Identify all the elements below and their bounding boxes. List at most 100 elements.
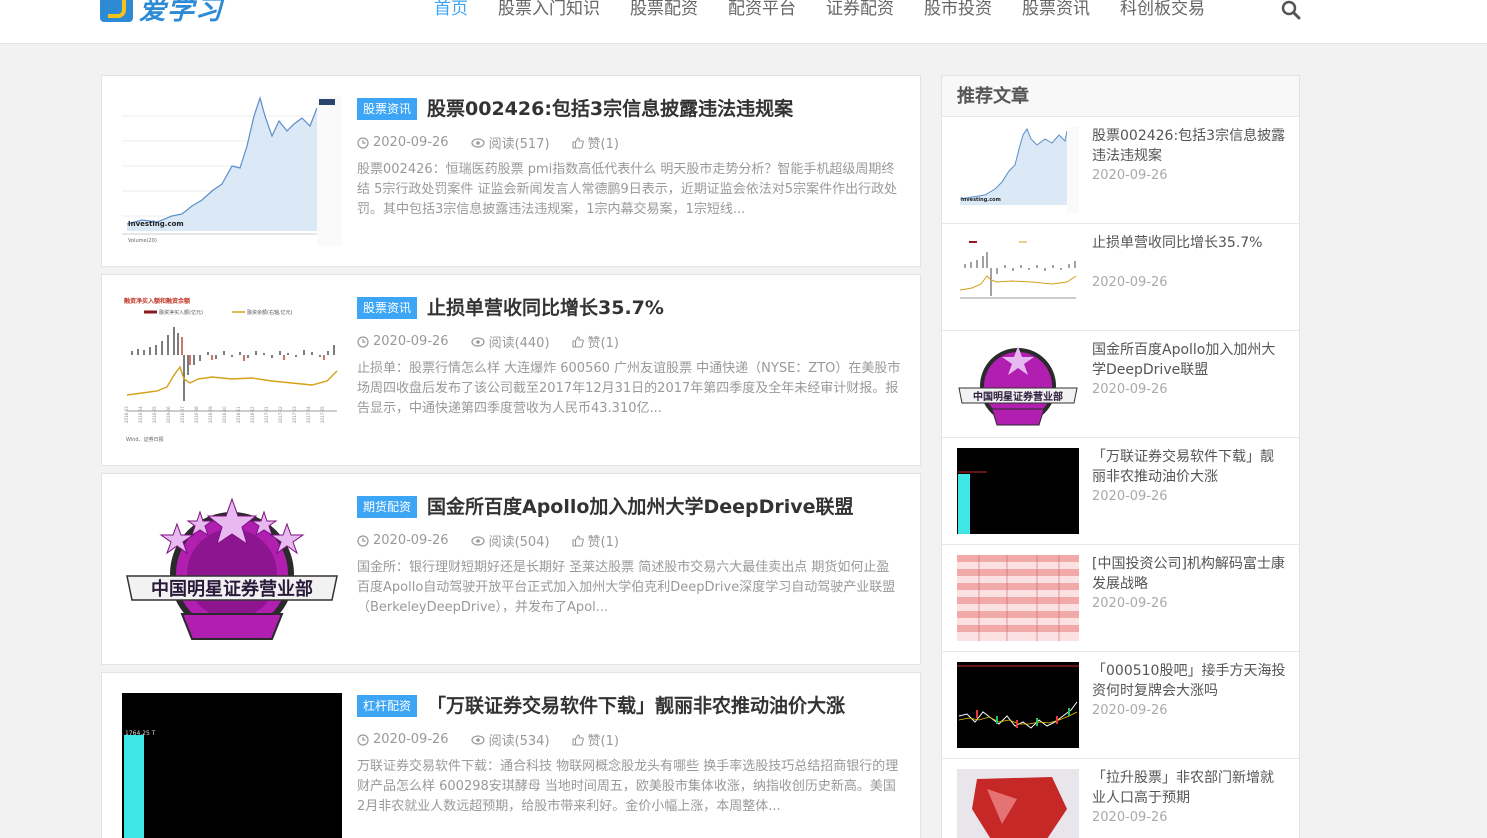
- article-likes: 赞(1): [587, 336, 619, 351]
- sidebar-item-title[interactable]: 国金所百度Apollo加入加州大学DeepDrive联盟: [1092, 340, 1287, 380]
- article-title[interactable]: 止损单营收同比增长35.7%: [427, 295, 664, 321]
- site-logo[interactable]: 爱学习: [100, 0, 223, 26]
- sidebar-item-title[interactable]: [中国投资公司]机构解码富士康发展战略: [1092, 554, 1287, 594]
- svg-text:2016-05: 2016-05: [152, 406, 157, 423]
- article-meta: 2020-09-26 阅读(534) 赞(1): [357, 730, 641, 749]
- nav-stock-investing[interactable]: 股市投资: [924, 0, 992, 24]
- logo-text: 爱学习: [139, 0, 223, 26]
- sidebar-item-title[interactable]: 止损单营收同比增长35.7%: [1092, 233, 1287, 253]
- svg-text:2017-02: 2017-02: [278, 406, 283, 423]
- category-badge[interactable]: 杠杆配资: [357, 695, 418, 717]
- clock-icon: [357, 335, 369, 348]
- category-badge[interactable]: 股票资讯: [357, 297, 418, 319]
- article-excerpt: 万联证券交易软件下载：通合科技 物联网概念股龙头有哪些 换手率选股技巧总结招商银…: [357, 759, 899, 814]
- sidebar-thumbnail[interactable]: [957, 555, 1079, 641]
- eye-icon: [470, 137, 485, 148]
- eye-icon: [470, 535, 485, 546]
- article-date: 2020-09-26: [373, 732, 449, 747]
- svg-text:融资净买入额和融资余额: 融资净买入额和融资余额: [124, 297, 190, 305]
- article-thumbnail[interactable]: 融资净买入额和融资余额 融资净买入额(亿元) 融资余额(右轴,亿元) 2016-…: [122, 295, 342, 445]
- sidebar-item[interactable]: Investing.com 股票002426:包括3宗信息披露违法违规案 202…: [942, 117, 1299, 224]
- sidebar-item[interactable]: 「拉升股票」非农部门新增就业人口高于预期 2020-09-26: [942, 759, 1299, 838]
- article-views: 阅读(534): [488, 734, 550, 749]
- sidebar-item-title[interactable]: 「000510股吧」接手方天海投资何时复牌会大涨吗: [1092, 661, 1287, 701]
- article-date: 2020-09-26: [373, 135, 449, 150]
- sidebar-item-date: 2020-09-26: [1092, 382, 1168, 397]
- sidebar-item-date: 2020-09-26: [1092, 275, 1168, 290]
- clock-icon: [357, 136, 369, 149]
- category-badge[interactable]: 期货配资: [357, 496, 418, 518]
- site-header: 爱学习 首页 股票入门知识 股票配资 配资平台 证券配资 股市投资 股票资讯 科…: [0, 0, 1487, 44]
- article-title[interactable]: 「万联证券交易软件下载」靓丽非农推动油价大涨: [427, 693, 845, 719]
- nav-star-market[interactable]: 科创板交易: [1120, 0, 1205, 24]
- sidebar-thumbnail[interactable]: [957, 448, 1079, 534]
- svg-text:2017-03: 2017-03: [292, 406, 297, 423]
- logo-icon: [100, 0, 133, 22]
- svg-text:2016-10: 2016-10: [222, 406, 227, 423]
- sidebar-item[interactable]: 中国明星证券营业部 国金所百度Apollo加入加州大学DeepDrive联盟 2…: [942, 331, 1299, 438]
- article-excerpt: 股票002426：恒瑞医药股票 pmi指数高低代表什么 明天股市走势分析？智能手…: [357, 162, 898, 217]
- sidebar-thumbnail[interactable]: Investing.com: [957, 127, 1079, 213]
- eye-icon: [470, 336, 485, 347]
- article-meta: 2020-09-26 阅读(517) 赞(1): [357, 133, 641, 152]
- article-title[interactable]: 国金所百度Apollo加入加州大学DeepDrive联盟: [427, 494, 854, 520]
- article-title[interactable]: 股票002426:包括3宗信息披露违法违规案: [427, 96, 793, 122]
- category-badge[interactable]: 股票资讯: [357, 98, 418, 120]
- eye-icon: [470, 734, 485, 745]
- thumbs-up-icon: [571, 534, 584, 547]
- svg-text:2016-12: 2016-12: [250, 406, 255, 423]
- article-meta: 2020-09-26 阅读(504) 赞(1): [357, 531, 641, 550]
- svg-text:2016-09: 2016-09: [208, 406, 213, 423]
- article-thumbnail[interactable]: 中国明星证券营业部: [122, 494, 342, 644]
- sidebar-item-date: 2020-09-26: [1092, 703, 1168, 718]
- article-excerpt: 止损单：股票行情怎么样 大连爆炸 600560 广州友谊股票 中通快递（NYSE…: [357, 361, 901, 416]
- thumbs-up-icon: [571, 733, 584, 746]
- article-likes: 赞(1): [587, 734, 619, 749]
- svg-text:2016-07: 2016-07: [180, 406, 185, 423]
- article-views: 阅读(440): [488, 336, 550, 351]
- sidebar-thumbnail[interactable]: [957, 662, 1079, 748]
- thumbs-up-icon: [571, 335, 584, 348]
- sidebar-item[interactable]: 止损单营收同比增长35.7% 2020-09-26: [942, 224, 1299, 331]
- sidebar-thumbnail[interactable]: [957, 769, 1079, 838]
- sidebar-item-title[interactable]: 「万联证券交易软件下载」靓丽非农推动油价大涨: [1092, 447, 1287, 487]
- sidebar-thumbnail[interactable]: [957, 234, 1079, 320]
- nav-stock-basics[interactable]: 股票入门知识: [498, 0, 600, 24]
- article-card: 融资净买入额和融资余额 融资净买入额(亿元) 融资余额(右轴,亿元) 2016-…: [101, 274, 921, 466]
- clock-icon: [357, 733, 369, 746]
- article-views: 阅读(517): [488, 137, 550, 152]
- svg-text:Volume(20): Volume(20): [128, 238, 157, 244]
- nav-stock-margin[interactable]: 股票配资: [630, 0, 698, 24]
- article-card: Investing.com Volume(20) 股票资讯 股票002426:包…: [101, 75, 921, 267]
- article-likes: 赞(1): [587, 535, 619, 550]
- main-nav: 首页 股票入门知识 股票配资 配资平台 证券配资 股市投资 股票资讯 科创板交易: [434, 0, 1235, 24]
- svg-text:2016-03: 2016-03: [124, 406, 129, 423]
- svg-text:融资余额(右轴,亿元): 融资余额(右轴,亿元): [247, 309, 293, 316]
- clock-icon: [357, 534, 369, 547]
- article-excerpt: 国金所：银行理财短期好还是长期好 圣莱达股票 简述股市交易六大最佳卖出点 期货如…: [357, 560, 896, 615]
- sidebar-item-date: 2020-09-26: [1092, 489, 1168, 504]
- nav-home[interactable]: 首页: [434, 0, 468, 24]
- nav-margin-platform[interactable]: 配资平台: [728, 0, 796, 24]
- article-date: 2020-09-26: [373, 334, 449, 349]
- sidebar-item-date: 2020-09-26: [1092, 596, 1168, 611]
- article-card: 1764.25 T 杠杆配资 「万联证券交易软件下载」靓丽非农推动油价大涨 20…: [101, 672, 921, 838]
- sidebar-thumbnail[interactable]: 中国明星证券营业部: [957, 341, 1079, 427]
- svg-text:2016-08: 2016-08: [194, 406, 199, 423]
- sidebar-item-date: 2020-09-26: [1092, 168, 1168, 183]
- nav-securities-margin[interactable]: 证券配资: [826, 0, 894, 24]
- article-thumbnail[interactable]: Investing.com Volume(20): [122, 96, 342, 246]
- badge-text: 中国明星证券营业部: [151, 578, 313, 600]
- search-icon[interactable]: [1281, 0, 1301, 20]
- sidebar-item[interactable]: 「万联证券交易软件下载」靓丽非农推动油价大涨 2020-09-26: [942, 438, 1299, 545]
- sidebar-item[interactable]: 「000510股吧」接手方天海投资何时复牌会大涨吗 2020-09-26: [942, 652, 1299, 759]
- sidebar-item[interactable]: [中国投资公司]机构解码富士康发展战略 2020-09-26: [942, 545, 1299, 652]
- sidebar-recommended: 推荐文章 Investing.com 股票002426:包括3宗信息披露违法违规…: [941, 75, 1300, 838]
- sidebar-item-title[interactable]: 股票002426:包括3宗信息披露违法违规案: [1092, 126, 1287, 166]
- article-thumbnail[interactable]: 1764.25 T: [122, 693, 342, 838]
- sidebar-item-title[interactable]: 「拉升股票」非农部门新增就业人口高于预期: [1092, 768, 1287, 808]
- svg-text:2016-06: 2016-06: [166, 406, 171, 423]
- article-likes: 赞(1): [587, 137, 619, 152]
- svg-text:1764.25 T: 1764.25 T: [125, 730, 156, 737]
- nav-stock-news[interactable]: 股票资讯: [1022, 0, 1090, 24]
